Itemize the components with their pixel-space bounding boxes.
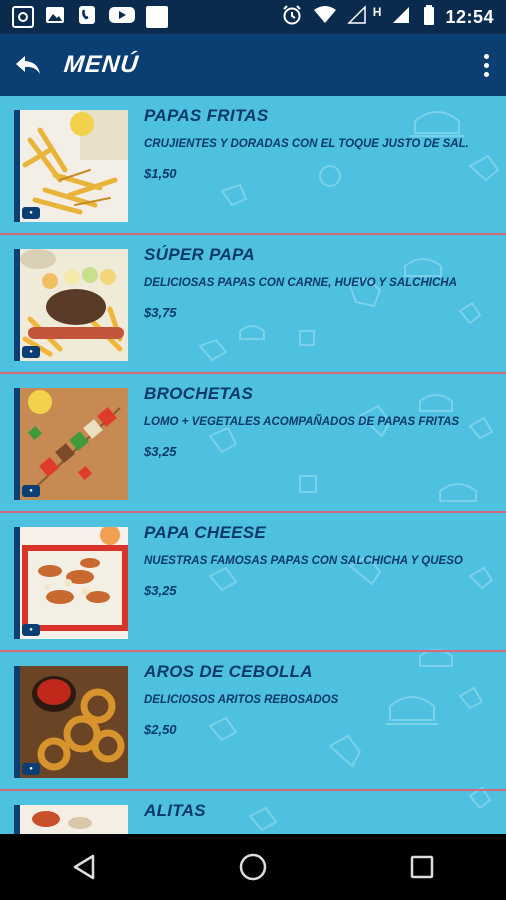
more-vert-icon	[483, 53, 489, 59]
item-price: $2,50	[144, 722, 177, 737]
item-price: $3,25	[144, 583, 177, 598]
papa-cheese-image: ●	[14, 527, 128, 639]
brand-badge: ●	[22, 624, 40, 636]
alarm-icon	[281, 4, 303, 31]
app-bar: MENÚ	[0, 34, 506, 96]
super-papa-image: ●	[14, 249, 128, 361]
battery-icon	[423, 4, 435, 30]
brochetas-image: ●	[14, 388, 128, 500]
item-price: $1,50	[144, 166, 177, 181]
wifi-icon	[313, 5, 337, 30]
item-description: DELICIOSOS ARITOS REBOSADOS	[144, 694, 339, 706]
fries-image: ●	[14, 110, 128, 222]
menu-item-brochetas[interactable]: ● BROCHETAS LOMO + VEGETALES ACOMPAÑADOS…	[0, 374, 506, 513]
nav-back-button[interactable]	[54, 837, 114, 897]
network-type-label: H	[372, 5, 382, 19]
item-name: SÚPER PAPA	[144, 245, 256, 264]
item-name: PAPA CHEESE	[144, 523, 267, 542]
nav-recents-button[interactable]	[392, 837, 452, 897]
status-clock: 12:54	[445, 6, 494, 27]
item-price: $3,75	[144, 305, 177, 320]
item-name: AROS DE CEBOLLA	[144, 662, 313, 681]
signal-icon	[346, 4, 369, 30]
back-arrow-icon	[16, 56, 40, 74]
screenshot-icon	[12, 6, 34, 28]
item-description: DELICIOSAS PAPAS CON CARNE, HUEVO Y SALC…	[144, 277, 457, 289]
home-circle-icon	[239, 853, 267, 881]
item-description: LOMO + VEGETALES ACOMPAÑADOS DE PAPAS FR…	[144, 416, 460, 428]
system-nav-bar	[0, 834, 506, 900]
brand-badge: ●	[22, 207, 40, 219]
menu-item-aros-de-cebolla[interactable]: ● AROS DE CEBOLLA DELICIOSOS ARITOS REBO…	[0, 652, 506, 791]
item-name: ALITAS	[144, 801, 206, 820]
recents-square-icon	[410, 855, 433, 879]
back-triangle-icon	[74, 854, 95, 880]
brand-badge: ●	[22, 763, 40, 775]
item-price: $3,25	[144, 444, 177, 459]
signal-strength-icon	[391, 5, 413, 30]
brand-badge: ●	[22, 346, 40, 358]
page-title: MENÚ	[62, 51, 141, 78]
menu-item-super-papa[interactable]: ● SÚPER PAPA DELICIOSAS PAPAS CON CARNE,…	[0, 235, 506, 374]
item-description: NUESTRAS FAMOSAS PAPAS CON SALCHICHA Y Q…	[144, 555, 463, 567]
status-bar: H 12:54	[0, 0, 506, 34]
back-button[interactable]	[0, 34, 56, 96]
overflow-menu-button[interactable]	[466, 34, 506, 96]
menu-item-alitas[interactable]: ALITAS	[0, 791, 506, 834]
phone-icon	[76, 4, 98, 31]
blank-app-icon	[146, 6, 168, 28]
menu-item-papas-fritas[interactable]: ● PAPAS FRITAS CRUJIENTES Y DORADAS CON …	[0, 96, 506, 235]
menu-list[interactable]: ● PAPAS FRITAS CRUJIENTES Y DORADAS CON …	[0, 96, 506, 834]
youtube-icon	[108, 4, 136, 31]
nav-home-button[interactable]	[223, 837, 283, 897]
onion-rings-image: ●	[14, 666, 128, 778]
image-icon	[44, 4, 66, 31]
brand-badge: ●	[22, 485, 40, 497]
item-name: BROCHETAS	[144, 384, 254, 403]
menu-item-papa-cheese[interactable]: ● PAPA CHEESE NUESTRAS FAMOSAS PAPAS CON…	[0, 513, 506, 652]
alitas-image	[14, 805, 128, 834]
item-name: PAPAS FRITAS	[144, 106, 269, 125]
item-description: CRUJIENTES Y DORADAS CON EL TOQUE JUSTO …	[144, 138, 469, 150]
